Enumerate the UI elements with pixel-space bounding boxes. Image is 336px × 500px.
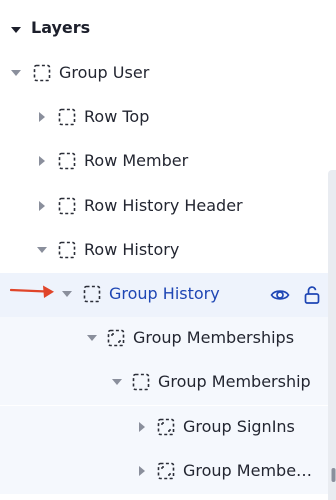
layer-label: Row Top [84,107,150,126]
layer-actions [270,285,322,305]
dashed-frame-icon [58,241,76,259]
layer-row-row-history-header[interactable]: Row History Header [0,185,336,229]
layer-row-row-top[interactable]: Row Top [0,96,336,140]
layer-row-group-signins[interactable]: Group SignIns [0,406,336,450]
panel-title: Layers [31,18,91,37]
caret-right-icon[interactable] [37,201,47,211]
dashed-frame-corners-icon [157,462,175,480]
dashed-frame-corners-icon [157,418,175,436]
caret-down-icon[interactable] [37,245,47,255]
layer-label: Row History Header [84,196,243,215]
eye-icon[interactable] [270,285,290,305]
dashed-frame-icon [58,152,76,170]
layer-label: Group Membe… [183,461,313,480]
layers-header[interactable]: Layers [0,12,336,48]
layer-row-group-membe[interactable]: Group Membe… [0,450,336,494]
layer-row-group-memberships[interactable]: Group Memberships [0,317,336,361]
caret-down-icon[interactable] [87,333,97,343]
scroll-grip-icon[interactable] [331,468,336,482]
caret-down-icon[interactable] [112,377,122,387]
dashed-frame-icon [58,197,76,215]
layer-row-group-user[interactable]: Group User [0,52,336,96]
caret-down-icon[interactable] [11,68,21,78]
layer-label: Group SignIns [183,417,295,436]
layer-label: Group Membership [158,372,311,391]
layer-row-group-membership[interactable]: Group Membership [0,361,336,405]
layer-label: Row History [84,240,180,259]
red-arrow-icon [10,285,54,298]
layer-row-row-history[interactable]: Row History [0,229,336,273]
caret-right-icon[interactable] [37,156,47,166]
dashed-frame-icon [58,108,76,126]
layer-label: Group History [109,284,220,303]
dashed-frame-icon [33,64,51,82]
layer-label: Row Member [84,151,189,170]
dashed-frame-icon [83,285,101,303]
caret-right-icon[interactable] [137,422,147,432]
layer-row-row-member[interactable]: Row Member [0,140,336,184]
caret-down-icon[interactable] [11,25,21,35]
dashed-frame-corners-icon [107,329,125,347]
layer-label: Group User [59,63,150,82]
caret-down-icon[interactable] [62,289,72,299]
caret-right-icon[interactable] [37,112,47,122]
caret-right-icon[interactable] [137,466,147,476]
layer-label: Group Memberships [133,328,295,347]
unlock-icon[interactable] [302,285,322,305]
dashed-frame-icon [132,373,150,391]
scrollbar[interactable] [328,170,336,500]
layers-panel: Layers Group User Row Top Row Member Row… [0,0,336,500]
